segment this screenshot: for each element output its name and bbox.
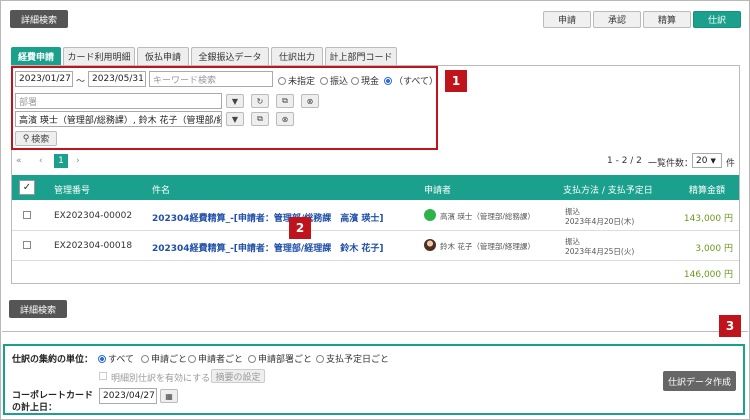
tab-expense-application[interactable]: 経費申請 (11, 47, 61, 65)
row-id: EX202304-00002 (54, 211, 133, 221)
row-title-link[interactable]: 202304経費精算_-[申請者：管理部/経理課 鈴木 花子] (152, 241, 383, 254)
header-applicant: 申請者 (424, 186, 452, 196)
top-tab-settlement[interactable]: 精算 (643, 11, 691, 28)
top-tab-application[interactable]: 申請 (543, 11, 591, 28)
header-name: 件名 (152, 186, 171, 196)
avatar (424, 209, 436, 221)
table-row[interactable]: EX202304-00018 202304経費精算_-[申請者：管理部/経理課 … (12, 231, 739, 261)
calendar-icon[interactable]: ▦ (160, 389, 178, 403)
radio-circle-selected (98, 354, 106, 363)
row-date: 2023年4月25日(火) (565, 247, 635, 256)
unit-per-application[interactable]: 申請ごと (141, 352, 187, 365)
per-page-select[interactable]: 20 ▼ (692, 153, 722, 168)
row-date: 2023年4月20日(木) (565, 217, 635, 226)
chevron-down-icon: ▼ (710, 156, 716, 165)
per-page-label: 一覧件数： (648, 159, 694, 169)
avatar (424, 239, 436, 251)
detail-search-button[interactable]: 詳細検索 (10, 10, 68, 28)
summary-settings-button[interactable]: 摘要の設定 (211, 369, 265, 383)
unit-per-applicant[interactable]: 申請者ごと (188, 352, 243, 365)
detail-journal-checkbox[interactable] (99, 372, 107, 380)
tab-zengin-transfer[interactable]: 全銀振込データ (191, 47, 269, 65)
top-tab-journal[interactable]: 仕訳 (693, 11, 741, 28)
page-next[interactable]: › (76, 156, 80, 166)
header-payment: 支払方法 / 支払予定日 (563, 186, 653, 196)
table-total-row: 146,000 円 (12, 261, 739, 283)
detail-journal-label: 明細別仕訳を有効にする (111, 374, 211, 384)
tab-card-statement[interactable]: カード利用明細 (63, 47, 135, 65)
row-title-link[interactable]: 202304経費精算_-[申請者：管理部/総務課 高濱 瑛士] (152, 211, 383, 224)
per-page-unit: 件 (726, 159, 736, 169)
header-id: 管理番号 (54, 186, 91, 196)
top-tab-approval[interactable]: 承認 (593, 11, 641, 28)
page-range: 1 - 2 / 2 (607, 156, 642, 166)
row-amount: 143,000 円 (683, 214, 733, 224)
tab-department-code[interactable]: 計上部門コード (325, 47, 397, 65)
card-date-label-2: の計上日： (12, 403, 58, 413)
step-badge-2: 2 (289, 217, 311, 239)
row-applicant: 高濱 瑛士（管理部/総務課） (440, 212, 535, 221)
create-journal-button[interactable]: 仕訳データ作成 (663, 371, 736, 391)
radio-circle (141, 354, 149, 363)
tab-journal-output[interactable]: 仕訳出力 (271, 47, 323, 65)
total-amount: 146,000 円 (683, 270, 733, 280)
unit-per-payment-date[interactable]: 支払予定日ごと (316, 352, 389, 365)
page-prev[interactable]: ‹ (39, 156, 43, 166)
detail-search-button-bottom[interactable]: 詳細検索 (9, 300, 67, 318)
unit-per-department[interactable]: 申請部署ごと (248, 352, 312, 365)
row-applicant: 鈴木 花子（管理部/経理課） (440, 242, 535, 251)
row-checkbox[interactable] (23, 241, 31, 249)
row-checkbox[interactable] (23, 211, 31, 219)
radio-circle (188, 354, 196, 363)
row-id: EX202304-00018 (54, 241, 133, 251)
row-amount: 3,000 円 (695, 244, 733, 254)
card-date-input[interactable]: 2023/04/27 (99, 388, 157, 404)
table-row[interactable]: EX202304-00002 202304経費精算_-[申請者：管理部/総務課 … (12, 201, 739, 231)
radio-circle (316, 354, 324, 363)
unit-all[interactable]: すべて (98, 352, 134, 365)
highlight-box-1 (11, 66, 438, 150)
tab-advance-application[interactable]: 仮払申請 (137, 47, 189, 65)
radio-circle (248, 354, 256, 363)
table-header: ✓ 管理番号 件名 申請者 支払方法 / 支払予定日 精算金額 (12, 175, 739, 200)
aggregation-unit-label: 仕訳の集約の単位： (12, 355, 94, 365)
page-current[interactable]: 1 (54, 154, 68, 168)
divider (2, 331, 748, 332)
page-first[interactable]: « (16, 156, 22, 166)
select-all-checkbox[interactable]: ✓ (19, 180, 35, 195)
header-amount: 精算金額 (689, 186, 726, 196)
step-badge-1: 1 (445, 70, 467, 92)
step-badge-3: 3 (719, 315, 741, 337)
